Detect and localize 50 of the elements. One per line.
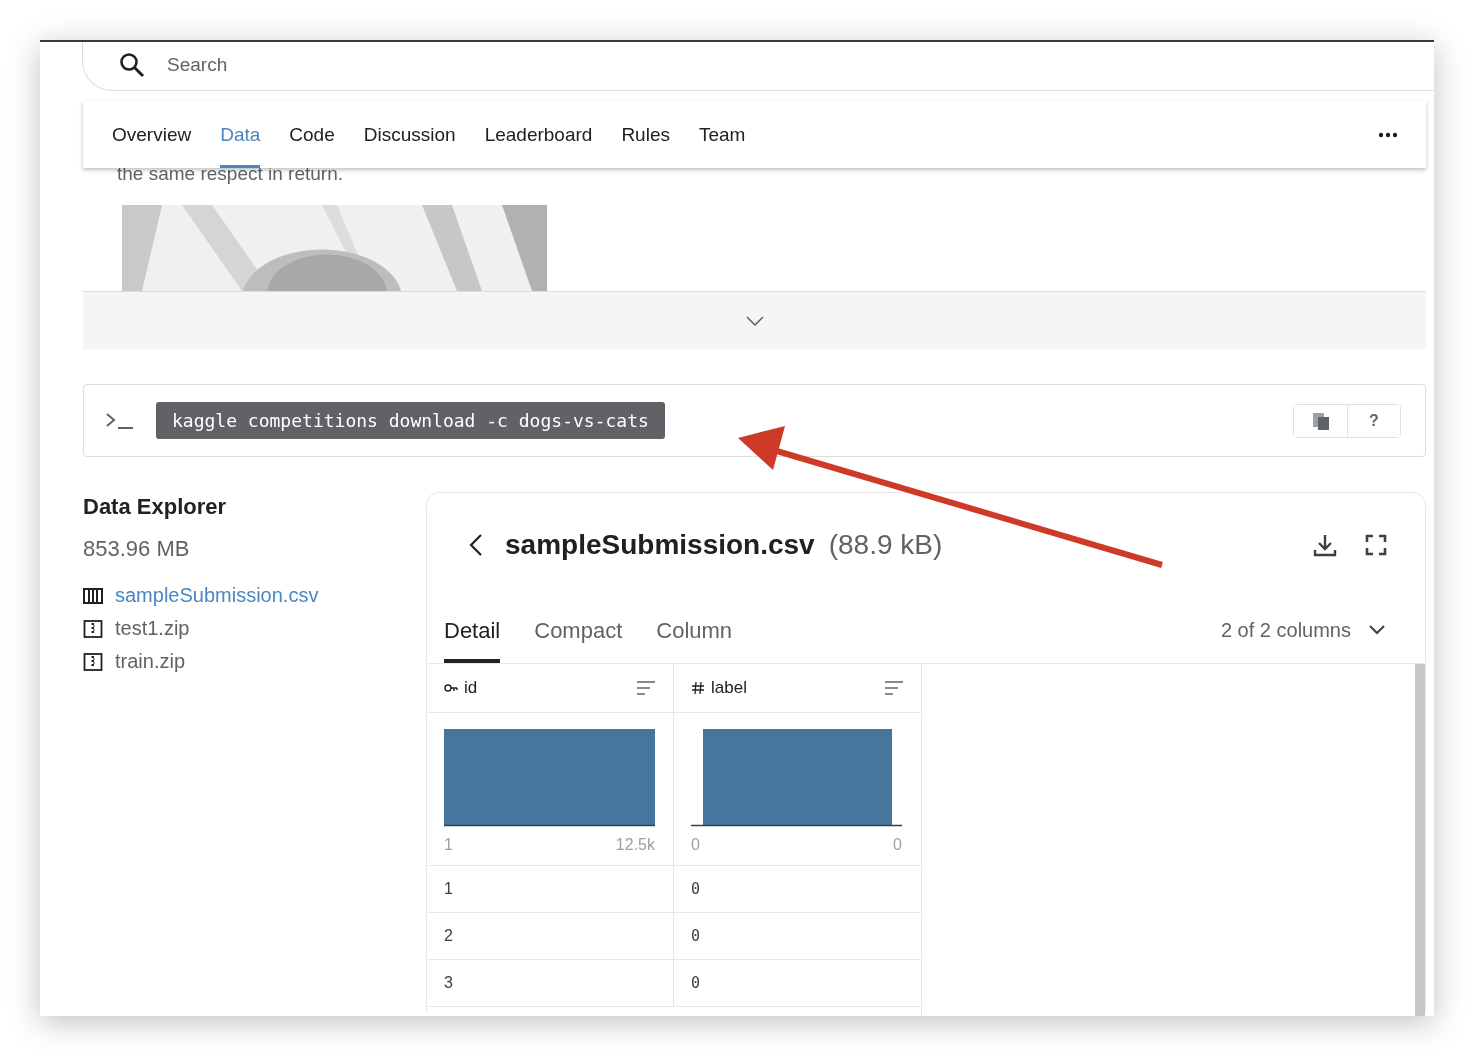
- table-cell: 2: [427, 913, 674, 959]
- dataset-size: 853.96 MB: [83, 536, 191, 562]
- table-icon: [83, 587, 103, 604]
- axis-label: 12.5k: [615, 836, 655, 854]
- archive-icon: [83, 619, 103, 638]
- scrollbar[interactable]: [1415, 664, 1425, 1016]
- command-text: kaggle competitions download -c dogs-vs-cats: [156, 402, 665, 439]
- file-size: (88.9 kB): [828, 529, 943, 561]
- column-name: id: [464, 678, 478, 698]
- copy-icon: [1310, 410, 1331, 431]
- search-field[interactable]: Search: [165, 53, 569, 77]
- table-cell-text: 0: [690, 879, 702, 900]
- file-name: sampleSubmission.csv: [505, 529, 815, 561]
- hash-icon: [691, 681, 705, 695]
- tab[interactable]: Leaderboard: [484, 101, 593, 168]
- axis-label: 1: [444, 836, 453, 854]
- column-name: label: [711, 678, 747, 698]
- sort-icon[interactable]: [636, 681, 656, 695]
- tab[interactable]: Data: [220, 101, 261, 168]
- column-header[interactable]: id: [427, 664, 674, 712]
- download-icon[interactable]: [1313, 533, 1337, 557]
- tab[interactable]: Team: [698, 101, 746, 168]
- tab[interactable]: Rules: [621, 101, 670, 168]
- file-link[interactable]: sampleSubmission.csv: [115, 584, 319, 607]
- help-button[interactable]: ?: [1347, 404, 1400, 437]
- sort-icon[interactable]: [884, 681, 904, 695]
- table-cell: 3: [427, 960, 674, 1006]
- key-icon: [444, 684, 458, 692]
- view-tab[interactable]: Detail: [444, 597, 501, 663]
- view-tab[interactable]: Column: [656, 597, 733, 663]
- explorer-title: Data Explorer: [83, 494, 228, 520]
- view-tab[interactable]: Compact: [534, 597, 623, 663]
- fullscreen-icon[interactable]: [1365, 534, 1387, 556]
- archive-icon: [83, 652, 103, 671]
- chevron-down-icon[interactable]: [1369, 625, 1385, 635]
- table-cell-text: 0: [690, 973, 702, 994]
- tab[interactable]: Discussion: [363, 101, 456, 168]
- terminal-icon: [106, 411, 134, 430]
- column-count[interactable]: 2 of 2 columns: [1220, 618, 1351, 642]
- file-link[interactable]: train.zip: [115, 650, 186, 673]
- file-link[interactable]: test1.zip: [115, 617, 190, 640]
- table-cell-text: 0: [690, 926, 702, 947]
- column-header[interactable]: label: [674, 664, 921, 712]
- back-icon[interactable]: [469, 533, 483, 557]
- axis-label: 0: [691, 836, 700, 854]
- more-icon[interactable]: [1378, 131, 1398, 138]
- table-cell: 1: [427, 866, 674, 912]
- search-icon: [119, 52, 145, 78]
- axis-label: 0: [893, 836, 902, 854]
- chevron-down-icon: [745, 315, 764, 326]
